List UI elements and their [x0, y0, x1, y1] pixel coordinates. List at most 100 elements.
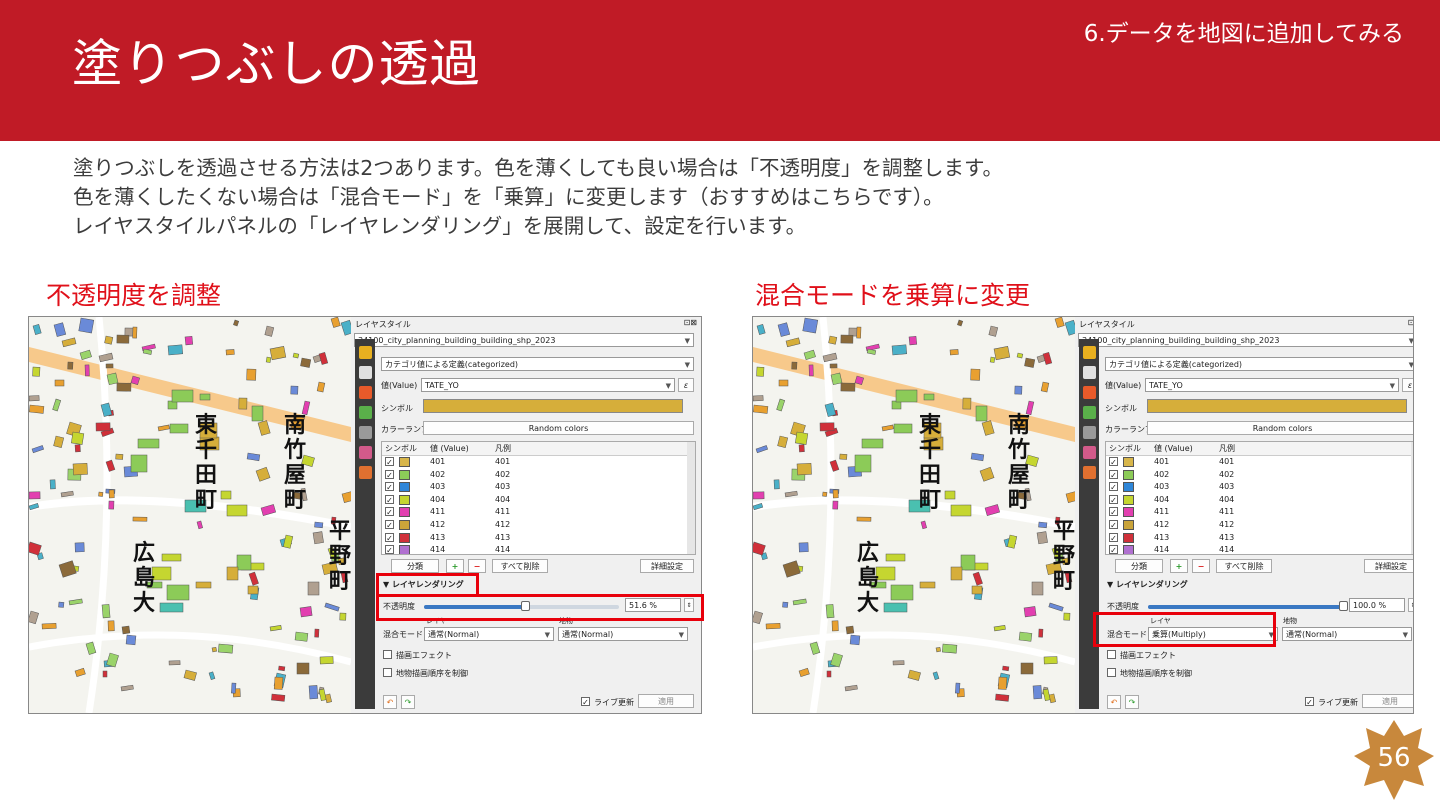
table-row[interactable]: ✓ 414 414 [1106, 544, 1413, 554]
add-icon[interactable]: + [1170, 559, 1188, 573]
symbol-swatch[interactable] [399, 482, 410, 493]
row-checkbox[interactable]: ✓ [1109, 520, 1118, 530]
expression-button[interactable]: ε [1402, 378, 1413, 392]
table-row[interactable]: ✓ 412 412 [382, 519, 695, 532]
label-icon[interactable] [358, 366, 372, 379]
row-checkbox[interactable]: ✓ [385, 482, 394, 492]
symbol-preview[interactable] [423, 399, 683, 413]
row-checkbox[interactable]: ✓ [385, 532, 394, 543]
table-row[interactable]: ✓ 402 402 [1106, 469, 1413, 482]
symbol-swatch[interactable] [1123, 469, 1134, 480]
value-field-select[interactable]: TATE_YO ▼ [1145, 378, 1399, 392]
table-row[interactable]: ✓ 414 414 [382, 544, 695, 554]
undo-icon[interactable]: ↶ [1107, 695, 1121, 709]
fields-icon[interactable] [358, 446, 372, 459]
actions-icon[interactable] [358, 466, 372, 479]
label-icon[interactable] [1082, 366, 1096, 379]
row-checkbox[interactable]: ✓ [385, 494, 394, 505]
table-row[interactable]: ✓ 402 402 [382, 469, 695, 482]
col-symbol[interactable]: シンボル [385, 443, 417, 454]
table-row[interactable]: ✓ 413 413 [1106, 532, 1413, 545]
undo-icon[interactable]: ↶ [383, 695, 397, 709]
renderer-select[interactable]: カテゴリ値による定義(categorized) ▼ [381, 357, 694, 371]
remove-icon[interactable]: − [1192, 559, 1210, 573]
col-legend[interactable]: 凡例 [1219, 443, 1235, 454]
add-icon[interactable]: + [446, 559, 464, 573]
blend-layer-select[interactable]: 通常(Normal) ▼ [424, 627, 554, 641]
delete-all-button[interactable]: すべて削除 [492, 559, 548, 573]
fields-icon[interactable] [1082, 446, 1096, 459]
effects-checkbox[interactable] [383, 650, 392, 659]
classify-button[interactable]: 分類 [391, 559, 439, 573]
row-checkbox[interactable]: ✓ [385, 457, 394, 467]
close-icon[interactable]: ⊡⊠ [684, 318, 697, 327]
table-row[interactable]: ✓ 411 411 [382, 506, 695, 519]
scrollbar[interactable] [687, 442, 695, 554]
table-row[interactable]: ✓ 412 412 [1106, 519, 1413, 532]
col-symbol[interactable]: シンボル [1109, 443, 1141, 454]
classify-button[interactable]: 分類 [1115, 559, 1163, 573]
expression-button[interactable]: ε [678, 378, 694, 392]
row-checkbox[interactable]: ✓ [1109, 494, 1118, 505]
opacity-slider[interactable] [1148, 601, 1348, 611]
row-checkbox[interactable]: ✓ [1109, 545, 1118, 554]
scrollbar[interactable] [1411, 442, 1413, 554]
delete-all-button[interactable]: すべて削除 [1216, 559, 1272, 573]
row-checkbox[interactable]: ✓ [1109, 469, 1118, 480]
renderer-select[interactable]: カテゴリ値による定義(categorized) ▼ [1105, 357, 1413, 371]
3d-icon[interactable] [358, 426, 372, 439]
map-canvas[interactable] [753, 317, 1075, 713]
live-update-checkbox[interactable]: ✓ [1305, 697, 1314, 707]
col-value[interactable]: 値 (Value) [430, 443, 469, 454]
apply-button[interactable]: 適用 [1362, 694, 1413, 708]
blend-feature-select[interactable]: 通常(Normal) ▼ [1282, 627, 1412, 641]
symbol-swatch[interactable] [1123, 545, 1134, 554]
symbol-swatch[interactable] [399, 469, 410, 480]
layer-select[interactable]: 34100_city_planning_building_building_sh… [354, 333, 694, 347]
close-icon[interactable]: ⊡⊠ [1408, 318, 1413, 327]
cube-icon[interactable] [1082, 386, 1096, 399]
spin-arrows-icon[interactable]: ⇕ [1408, 598, 1413, 612]
row-checkbox[interactable]: ✓ [1109, 507, 1118, 517]
table-row[interactable]: ✓ 413 413 [382, 532, 695, 545]
symbol-swatch[interactable] [399, 457, 410, 467]
layer-select[interactable]: 34100_city_planning_building_building_sh… [1078, 333, 1413, 347]
apply-button[interactable]: 適用 [638, 694, 694, 708]
opacity-spinbox[interactable]: 100.0 % [1349, 598, 1405, 612]
row-checkbox[interactable]: ✓ [385, 507, 394, 517]
abc-icon[interactable] [358, 346, 372, 359]
map-view[interactable]: 東千田町南竹屋町広島大平野町 [753, 317, 1075, 713]
abc-icon[interactable] [1082, 346, 1096, 359]
symbol-swatch[interactable] [399, 532, 410, 543]
symbol-swatch[interactable] [1123, 482, 1134, 493]
map-view[interactable]: 東千田町南竹屋町広島大平野町 [29, 317, 351, 713]
row-checkbox[interactable]: ✓ [385, 545, 394, 554]
ramp-select[interactable]: Random colors [423, 421, 694, 435]
diagram-icon[interactable] [1082, 406, 1096, 419]
order-checkbox[interactable] [1107, 668, 1116, 677]
remove-icon[interactable]: − [468, 559, 486, 573]
row-checkbox[interactable]: ✓ [385, 469, 394, 480]
table-row[interactable]: ✓ 403 403 [1106, 481, 1413, 494]
symbol-swatch[interactable] [399, 494, 410, 505]
advanced-button[interactable]: 詳細設定 [1364, 559, 1413, 573]
row-checkbox[interactable]: ✓ [1109, 457, 1118, 467]
order-checkbox[interactable] [383, 668, 392, 677]
table-row[interactable]: ✓ 403 403 [382, 481, 695, 494]
table-row[interactable]: ✓ 411 411 [1106, 506, 1413, 519]
opacity-slider-thumb[interactable] [1339, 601, 1348, 611]
map-canvas[interactable] [29, 317, 351, 713]
table-row[interactable]: ✓ 404 404 [1106, 494, 1413, 507]
row-checkbox[interactable]: ✓ [1109, 532, 1118, 543]
redo-icon[interactable]: ↷ [401, 695, 415, 709]
symbol-preview[interactable] [1147, 399, 1407, 413]
symbol-swatch[interactable] [399, 545, 410, 554]
symbol-swatch[interactable] [1123, 520, 1134, 530]
symbol-swatch[interactable] [1123, 532, 1134, 543]
effects-checkbox[interactable] [1107, 650, 1116, 659]
advanced-button[interactable]: 詳細設定 [640, 559, 694, 573]
symbol-swatch[interactable] [399, 520, 410, 530]
col-legend[interactable]: 凡例 [495, 443, 511, 454]
live-update-checkbox[interactable]: ✓ [581, 697, 590, 707]
actions-icon[interactable] [1082, 466, 1096, 479]
